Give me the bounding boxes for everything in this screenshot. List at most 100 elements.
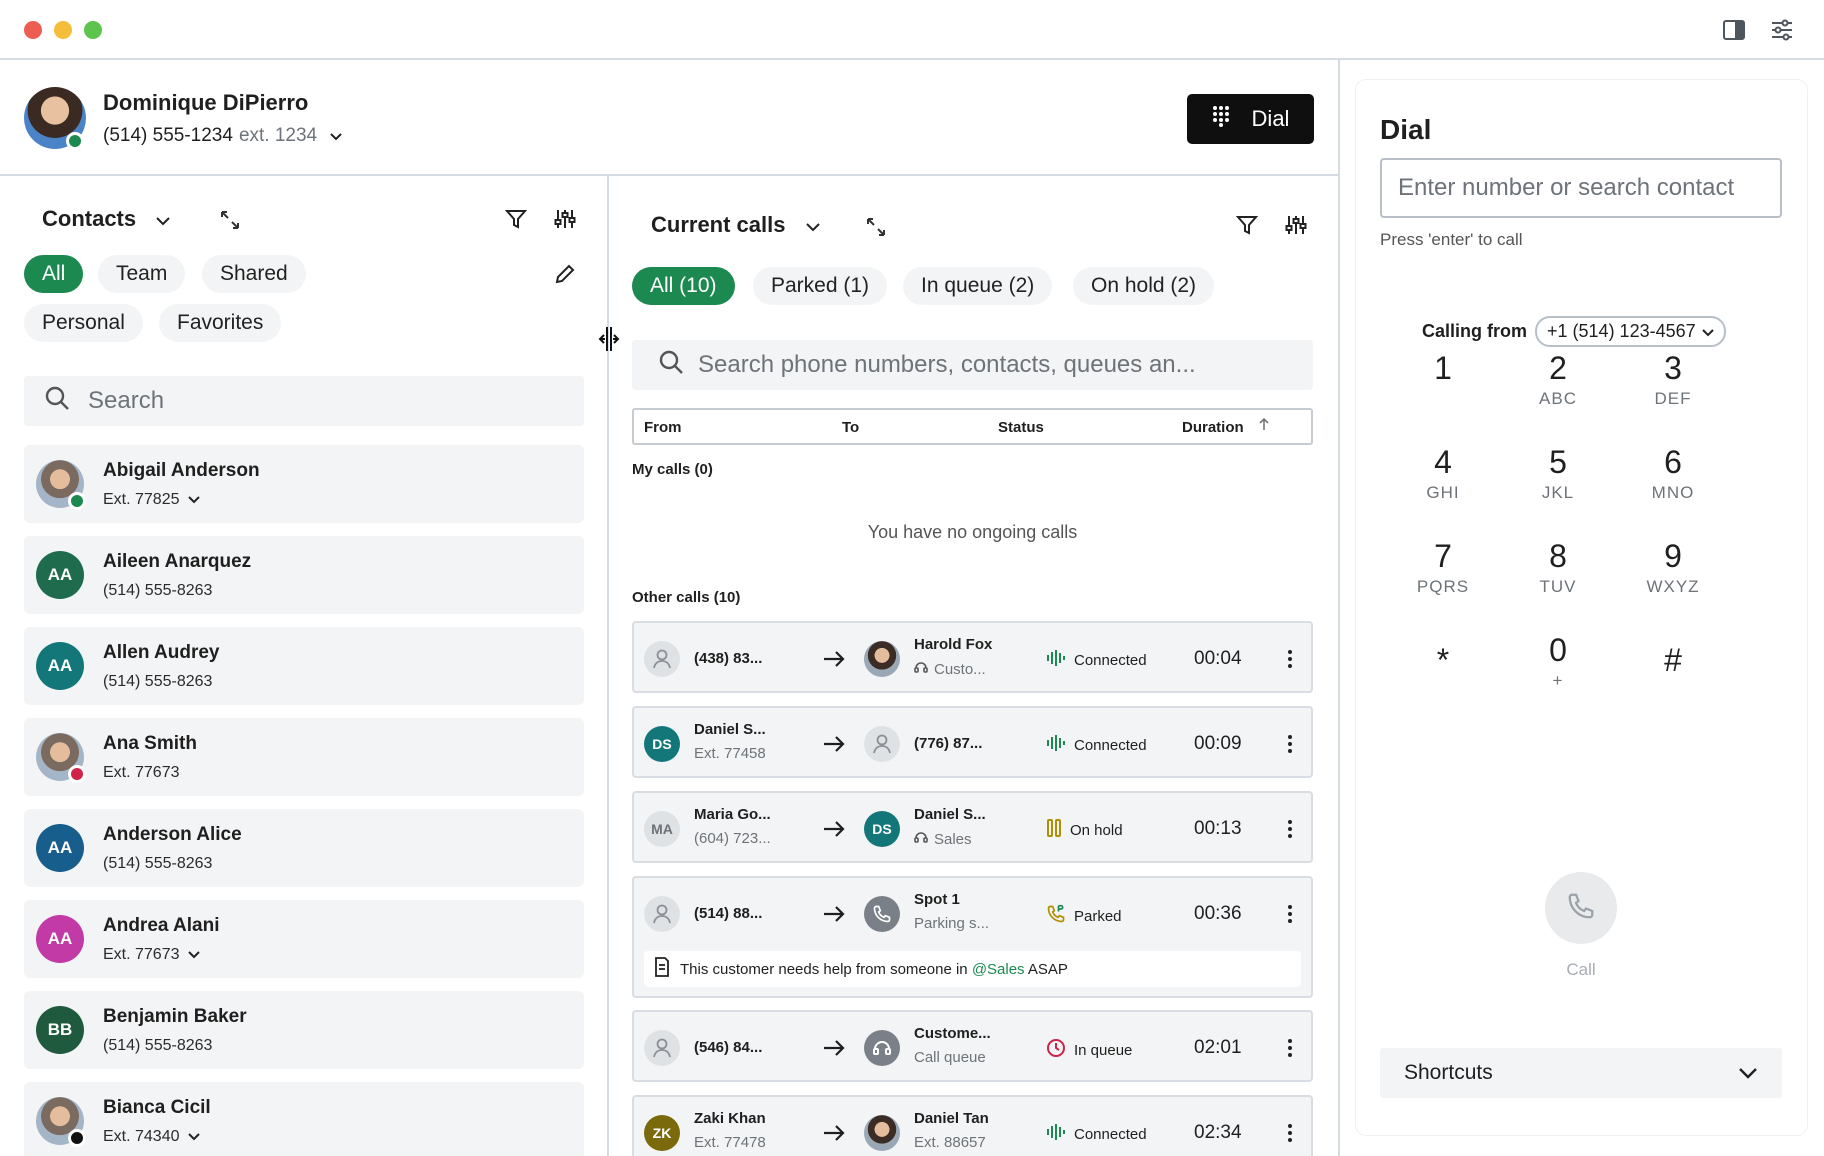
expand-icon[interactable]: [216, 206, 244, 234]
sidebar-toggle-icon[interactable]: [1720, 16, 1748, 44]
user-phone-number: (514) 555-1234: [103, 125, 233, 146]
contacts-filter-all[interactable]: All: [24, 255, 84, 293]
more-options-icon[interactable]: [1280, 902, 1300, 926]
keypad-key[interactable]: 2 ABC: [1503, 350, 1613, 409]
user-phone-selector[interactable]: (514) 555-1234 ext. 1234: [103, 125, 343, 147]
note-mention[interactable]: @Sales: [972, 961, 1025, 978]
contact-card[interactable]: AA Allen Audrey (514) 555-8263: [24, 627, 584, 705]
minimize-window-button[interactable]: [54, 21, 72, 39]
call-button[interactable]: [1545, 872, 1617, 944]
callee-detail-text: Custo...: [934, 660, 986, 678]
contact-card[interactable]: Bianca Cicil Ext. 74340: [24, 1082, 584, 1156]
contact-avatar: BB: [36, 1006, 84, 1054]
contacts-filter-team[interactable]: Team: [98, 255, 186, 293]
maximize-window-button[interactable]: [84, 21, 102, 39]
adjust-sliders-icon[interactable]: [551, 205, 579, 233]
call-status-text: Parked: [1074, 907, 1122, 925]
sort-ascending-icon[interactable]: [1258, 417, 1270, 435]
contact-detail[interactable]: Ext. 77825: [103, 491, 200, 509]
contact-card[interactable]: BB Benjamin Baker (514) 555-8263: [24, 991, 584, 1069]
shortcuts-toggle[interactable]: Shortcuts: [1380, 1048, 1782, 1098]
my-calls-label: My calls (0): [632, 461, 713, 478]
more-options-icon[interactable]: [1280, 1121, 1300, 1145]
keypad-letters: +: [1552, 671, 1564, 690]
call-row[interactable]: (546) 84... Custome... Call queue In queue 0…: [632, 1010, 1313, 1082]
keypad-letters: ABC: [1539, 389, 1577, 408]
keypad-key[interactable]: *: [1388, 642, 1498, 681]
more-options-icon[interactable]: [1280, 732, 1300, 756]
contact-card[interactable]: AA Anderson Alice (514) 555-8263: [24, 809, 584, 887]
column-to[interactable]: To: [842, 419, 859, 436]
presence-indicator: [68, 492, 86, 510]
calls-search-input[interactable]: Search phone numbers, contacts, queues a…: [632, 340, 1313, 390]
expand-icon[interactable]: [862, 213, 890, 241]
filter-icon[interactable]: [1233, 211, 1261, 239]
call-status: On hold: [1046, 819, 1123, 841]
edit-pencil-icon[interactable]: [551, 260, 579, 288]
queue-icon: [914, 660, 928, 678]
arrow-right-icon: [822, 1121, 846, 1145]
call-row[interactable]: DS Daniel S... Ext. 77458 (776) 87... Connec…: [632, 706, 1313, 778]
more-options-icon[interactable]: [1280, 647, 1300, 671]
adjust-sliders-icon[interactable]: [1282, 211, 1310, 239]
call-row[interactable]: ZK Zaki Khan Ext. 77478 Daniel Tan Ext. 8865…: [632, 1095, 1313, 1156]
keypad-key[interactable]: 9 WXYZ: [1618, 538, 1728, 597]
contacts-filter-favorites[interactable]: Favorites: [159, 304, 282, 342]
call-row[interactable]: (438) 83... Harold Fox Custo... Connected 00…: [632, 621, 1313, 693]
calls-panel-selector[interactable]: Current calls: [651, 212, 820, 238]
call-row[interactable]: (514) 88... Spot 1 Parking s... Parked 00:36…: [632, 876, 1313, 998]
keypad-key[interactable]: 4 GHI: [1388, 444, 1498, 503]
caller-name: (546) 84...: [694, 1039, 763, 1056]
keypad-key[interactable]: 1: [1388, 350, 1498, 389]
dial-panel: Dial Enter number or search contact Pres…: [1356, 80, 1807, 1135]
contacts-panel-selector[interactable]: Contacts: [42, 206, 170, 232]
keypad-key[interactable]: 3 DEF: [1618, 350, 1728, 409]
contact-detail[interactable]: Ext. 77673: [103, 946, 200, 964]
column-duration[interactable]: Duration: [1182, 419, 1244, 436]
dial-button[interactable]: Dial: [1187, 94, 1314, 144]
keypad-key[interactable]: 8 TUV: [1503, 538, 1613, 597]
filter-icon[interactable]: [502, 205, 530, 233]
contact-detail-text: Ext. 77825: [103, 491, 180, 508]
keypad-key[interactable]: 7 PQRS: [1388, 538, 1498, 597]
calls-filter-on-hold[interactable]: On hold (2): [1073, 267, 1215, 305]
contacts-filter-personal[interactable]: Personal: [24, 304, 143, 342]
resize-handle-icon[interactable]: [597, 326, 621, 352]
dial-number-input[interactable]: Enter number or search contact: [1380, 158, 1782, 218]
callee-detail: Sales: [914, 830, 972, 848]
contact-card[interactable]: AA Andrea Alani Ext. 77673: [24, 900, 584, 978]
call-row[interactable]: MA Maria Go... (604) 723... DS Daniel S... Sa…: [632, 791, 1313, 863]
keypad-digit: 3: [1664, 350, 1682, 386]
contact-detail[interactable]: Ext. 74340: [103, 1128, 200, 1146]
calls-filter-all[interactable]: All (10): [632, 267, 735, 305]
contact-card[interactable]: Ana Smith Ext. 77673: [24, 718, 584, 796]
contacts-search-input[interactable]: Search: [24, 376, 584, 426]
keypad-key[interactable]: 6 MNO: [1618, 444, 1728, 503]
more-options-icon[interactable]: [1280, 1036, 1300, 1060]
close-window-button[interactable]: [24, 21, 42, 39]
keypad-key[interactable]: #: [1618, 642, 1728, 681]
call-note-text: This customer needs help from someone in…: [680, 961, 1068, 978]
calls-filter-parked[interactable]: Parked (1): [753, 267, 888, 305]
column-from[interactable]: From: [644, 419, 682, 436]
chevron-down-icon: [805, 212, 820, 238]
keypad-key[interactable]: 0 +: [1503, 632, 1613, 691]
user-header: Dominique DiPierro (514) 555-1234 ext. 12…: [0, 62, 1338, 176]
calling-from-select[interactable]: +1 (514) 123-4567: [1535, 316, 1726, 347]
contact-detail-text: (514) 555-8263: [103, 855, 213, 872]
status-connected-icon: [1046, 649, 1066, 671]
search-icon: [44, 385, 70, 418]
keypad-key[interactable]: 5 JKL: [1503, 444, 1613, 503]
more-options-icon[interactable]: [1280, 817, 1300, 841]
settings-sliders-icon[interactable]: [1768, 16, 1796, 44]
call-duration: 02:01: [1194, 1037, 1242, 1058]
callee-name: (776) 87...: [914, 735, 983, 752]
window-titlebar: [0, 0, 1824, 60]
contacts-filter-shared[interactable]: Shared: [202, 255, 306, 293]
column-status[interactable]: Status: [998, 419, 1044, 436]
calls-filter-in-queue[interactable]: In queue (2): [903, 267, 1053, 305]
caller-avatar: [644, 896, 680, 932]
contact-card[interactable]: AA Aileen Anarquez (514) 555-8263: [24, 536, 584, 614]
keypad-letters: MNO: [1651, 483, 1695, 502]
contact-card[interactable]: Abigail Anderson Ext. 77825: [24, 445, 584, 523]
